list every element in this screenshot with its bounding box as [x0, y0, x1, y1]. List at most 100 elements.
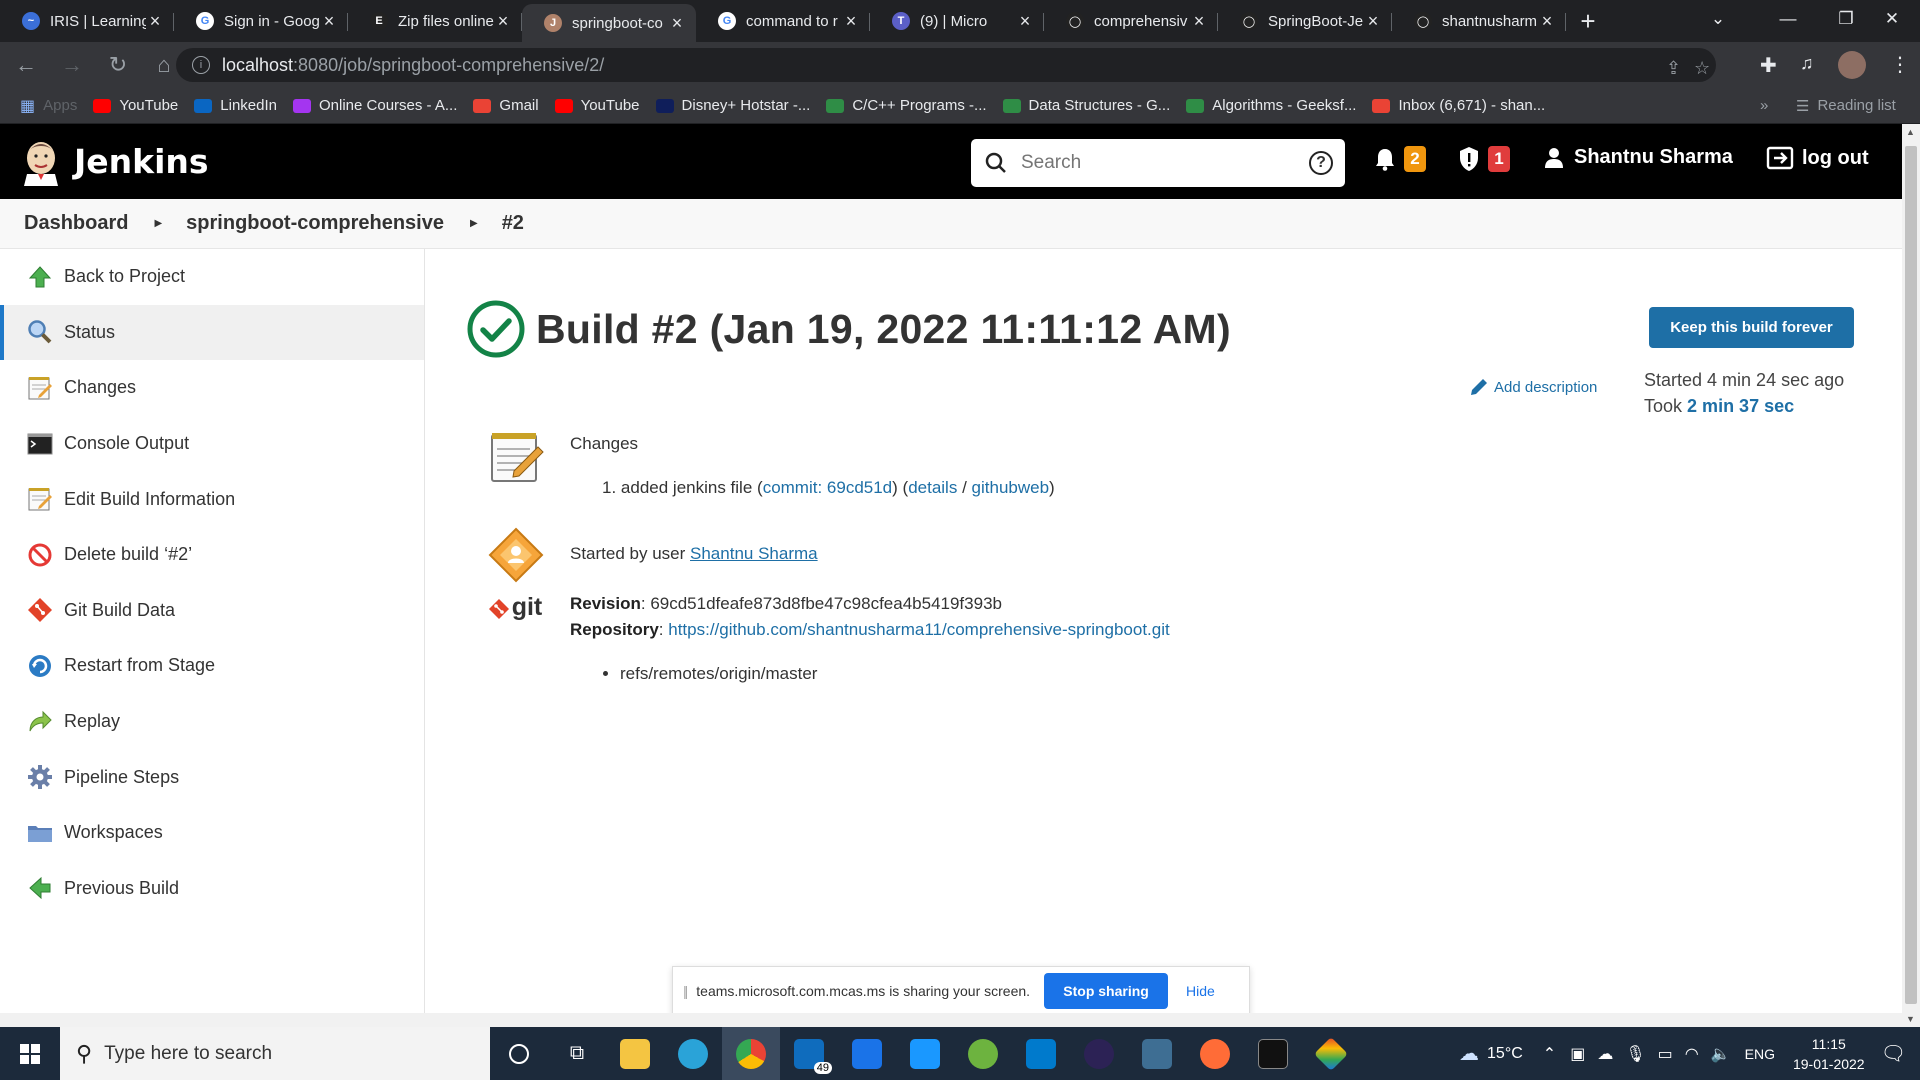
new-tab-button[interactable]: +: [1566, 4, 1610, 38]
sidebar-item-status[interactable]: Status: [0, 304, 424, 361]
mysql-workbench-icon[interactable]: [1128, 1027, 1186, 1080]
tab-close-icon[interactable]: ×: [146, 11, 164, 32]
git-gui-icon[interactable]: [1302, 1027, 1360, 1080]
stop-sharing-button[interactable]: Stop sharing: [1044, 973, 1169, 1009]
clock[interactable]: 11:15 19-01-2022: [1793, 1034, 1865, 1074]
prime-video-icon[interactable]: [896, 1027, 954, 1080]
weather-icon[interactable]: ☁: [1459, 1041, 1479, 1066]
vscode-icon[interactable]: [1012, 1027, 1070, 1080]
hide-link[interactable]: Hide: [1186, 983, 1215, 999]
browser-tab[interactable]: Jspringboot-co ×: [522, 4, 696, 42]
sidebar-item-changes[interactable]: Changes: [0, 360, 424, 416]
tab-close-icon[interactable]: ×: [1016, 11, 1034, 32]
bookmark-item[interactable]: Inbox (6,671) - shan...: [1372, 97, 1545, 114]
eclipse-icon[interactable]: [1070, 1027, 1128, 1080]
browser-menu-icon[interactable]: ⋮: [1890, 52, 1910, 77]
browser-tab[interactable]: T (9) | Micro ×: [870, 4, 1044, 38]
reading-list[interactable]: ☰ Reading list: [1796, 97, 1896, 115]
minimize-icon[interactable]: —: [1760, 0, 1816, 38]
tab-close-icon[interactable]: ×: [1364, 11, 1382, 32]
breadcrumb-project[interactable]: springboot-comprehensive: [186, 212, 444, 235]
browser-tab[interactable]: E Zip files online ×: [348, 4, 522, 38]
bookmark-item[interactable]: Algorithms - Geeksf...: [1186, 97, 1356, 114]
sidebar-item-edit-build-information[interactable]: Edit Build Information: [0, 471, 424, 527]
bookmark-star-icon[interactable]: ☆: [1694, 58, 1710, 79]
close-window-icon[interactable]: ✕: [1864, 0, 1920, 38]
bookmark-item[interactable]: YouTube: [554, 97, 640, 114]
breadcrumb-chevron-icon[interactable]: ▶: [154, 218, 162, 229]
reload-icon[interactable]: ↻: [98, 45, 138, 85]
bookmark-item[interactable]: Gmail: [473, 97, 539, 114]
bookmark-item[interactable]: C/C++ Programs -...: [826, 97, 987, 114]
onedrive-icon[interactable]: ☁: [1597, 1044, 1613, 1064]
microphone-icon[interactable]: 🎙: [1625, 1044, 1645, 1064]
notifications-button[interactable]: 2: [1374, 146, 1426, 172]
mail-icon[interactable]: 49: [780, 1027, 838, 1080]
edge-icon[interactable]: [664, 1027, 722, 1080]
commit-link[interactable]: commit: 69cd51d: [763, 478, 892, 497]
logout-link[interactable]: log out: [1766, 146, 1869, 170]
bookmark-item[interactable]: LinkedIn: [194, 97, 277, 114]
add-description-link[interactable]: Add description: [1468, 376, 1597, 398]
started-by-user-link[interactable]: Shantnu Sharma: [690, 544, 818, 563]
search-input[interactable]: [1021, 152, 1291, 174]
extensions-icon[interactable]: ✚: [1760, 53, 1777, 78]
apps-grid-icon[interactable]: ▦: [20, 96, 35, 116]
bookmark-item[interactable]: Online Courses - A...: [293, 97, 457, 114]
repository-link[interactable]: https://github.com/shantnusharma11/compr…: [668, 620, 1169, 639]
details-link[interactable]: details: [908, 478, 957, 497]
breadcrumb-build[interactable]: #2: [502, 212, 524, 235]
tab-close-icon[interactable]: ×: [1538, 11, 1556, 32]
scroll-down-icon[interactable]: ▼: [1906, 1014, 1915, 1024]
notification-center-icon[interactable]: 🗨: [1881, 1041, 1906, 1066]
terminal-icon[interactable]: [1244, 1027, 1302, 1080]
took-duration-link[interactable]: 2 min 37 sec: [1687, 396, 1794, 416]
user-link[interactable]: Shantnu Sharma: [1544, 146, 1733, 169]
back-icon[interactable]: ←: [6, 45, 46, 85]
tab-close-icon[interactable]: ×: [494, 11, 512, 32]
tab-close-icon[interactable]: ×: [1190, 11, 1208, 32]
bookmark-item[interactable]: Apps: [43, 97, 77, 114]
sidebar-item-delete-build-2[interactable]: Delete build ‘#2’: [0, 527, 424, 583]
sidebar-item-previous-build[interactable]: Previous Build: [0, 861, 424, 917]
battery-icon[interactable]: ▭: [1658, 1044, 1673, 1064]
vertical-scrollbar[interactable]: ▲ ▼: [1902, 124, 1920, 1027]
githubweb-link[interactable]: githubweb: [972, 478, 1050, 497]
task-view-icon[interactable]: ⧉: [548, 1027, 606, 1080]
browser-tab[interactable]: ~ IRIS | Learning ×: [0, 4, 174, 38]
bookmark-item[interactable]: YouTube: [93, 97, 178, 114]
spring-tools-icon[interactable]: [954, 1027, 1012, 1080]
breadcrumb-chevron-icon[interactable]: ▶: [470, 218, 478, 229]
meet-now-icon[interactable]: ▣: [1570, 1044, 1585, 1064]
scroll-up-icon[interactable]: ▲: [1906, 127, 1915, 137]
bookmark-item[interactable]: Data Structures - G...: [1002, 97, 1170, 114]
browser-tab[interactable]: G Sign in - Goog ×: [174, 4, 348, 38]
sidebar-item-console-output[interactable]: Console Output: [0, 416, 424, 472]
share-icon[interactable]: ⇪: [1666, 58, 1681, 79]
sidebar-item-git-build-data[interactable]: Git Build Data: [0, 583, 424, 639]
sidebar-item-restart-from-stage[interactable]: Restart from Stage: [0, 638, 424, 694]
help-icon[interactable]: ?: [1309, 151, 1333, 175]
browser-tab[interactable]: ◯ shantnusharm ×: [1392, 4, 1566, 38]
more-bookmarks-icon[interactable]: »: [1760, 97, 1768, 114]
profile-avatar[interactable]: [1838, 51, 1866, 79]
start-button[interactable]: [0, 1027, 60, 1080]
keep-build-forever-button[interactable]: Keep this build forever: [1649, 307, 1854, 348]
cortana-icon[interactable]: [490, 1027, 548, 1080]
store-icon[interactable]: [838, 1027, 896, 1080]
browser-tab[interactable]: ◯ comprehensiv ×: [1044, 4, 1218, 38]
horizontal-scrollbar[interactable]: [0, 1013, 1902, 1027]
browser-tab[interactable]: ◯ SpringBoot-Je ×: [1218, 4, 1392, 38]
volume-icon[interactable]: 🔈: [1711, 1044, 1731, 1064]
jenkins-logo[interactable]: Jenkins: [22, 138, 209, 186]
scrollbar-thumb[interactable]: [1905, 146, 1917, 1004]
site-info-icon[interactable]: i: [192, 56, 210, 74]
url-field[interactable]: i localhost:8080/job/springboot-comprehe…: [176, 48, 1716, 82]
wifi-icon[interactable]: ◠: [1685, 1044, 1699, 1064]
sidebar-item-replay[interactable]: Replay: [0, 694, 424, 750]
drag-handle-icon[interactable]: ||: [683, 983, 688, 999]
sidebar-item-pipeline-steps[interactable]: Pipeline Steps: [0, 749, 424, 805]
browser-tab[interactable]: Gcommand to r ×: [696, 4, 870, 38]
tab-close-icon[interactable]: ×: [668, 13, 686, 34]
chrome-icon[interactable]: [722, 1027, 780, 1080]
